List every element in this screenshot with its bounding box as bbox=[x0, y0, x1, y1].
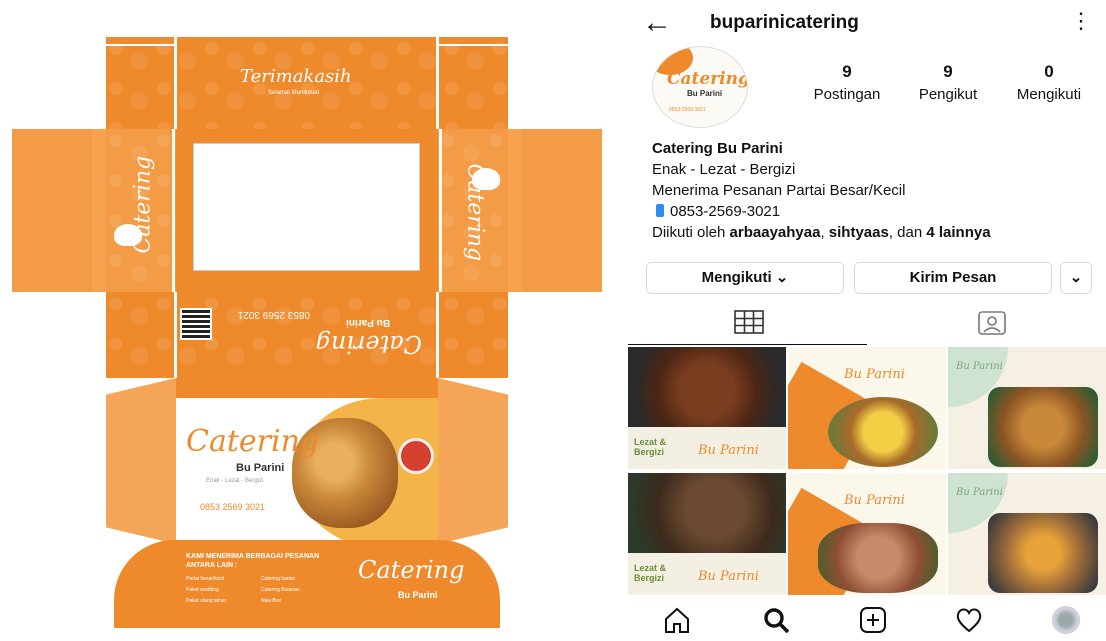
avatar-logo-word: Catering bbox=[667, 69, 748, 89]
heart-icon[interactable] bbox=[954, 606, 984, 634]
mobile-phone-icon bbox=[656, 204, 664, 217]
post-tile[interactable]: Bu Parini bbox=[788, 473, 946, 595]
stat-followers[interactable]: 9 Pengikut bbox=[908, 62, 988, 103]
followed-prefix: Diikuti oleh bbox=[652, 224, 730, 241]
kebab-menu-icon[interactable]: ⋮ bbox=[1070, 8, 1092, 34]
order-item: Partai besar/kecil bbox=[186, 576, 225, 582]
front-logo: Catering bbox=[186, 424, 320, 459]
post-tile[interactable]: Bu Parini bbox=[948, 473, 1106, 595]
tagged-person-icon bbox=[978, 311, 1006, 335]
post-caption: Lezat & Bergizi bbox=[634, 437, 667, 457]
order-heading: KAMI MENERIMA BERBAGAI PESANAN ANTARA LA… bbox=[186, 553, 320, 569]
sambal-cup bbox=[398, 438, 434, 474]
post-brand: Bu Parini bbox=[956, 361, 1003, 372]
right-chef-hat-icon bbox=[472, 168, 500, 190]
post-caption: Lezat & Bergizi bbox=[634, 563, 667, 583]
bottom-logo-name: Bu Parini bbox=[398, 590, 438, 600]
order-items: Partai besar/kecil Catering harian Paket… bbox=[186, 576, 336, 604]
thanks-subtitle: Selamat Menikmati bbox=[268, 90, 320, 96]
stat-label: Mengikuti bbox=[1016, 86, 1082, 103]
left-chef-hat-icon bbox=[114, 224, 142, 246]
bio-phone-row: 0853-2569-3021 bbox=[652, 201, 991, 222]
post-tile[interactable]: Lezat & Bergizi Bu Parini bbox=[628, 473, 786, 595]
order-item: Paket wedding bbox=[186, 587, 219, 593]
post-tile[interactable]: Lezat & Bergizi Bu Parini bbox=[628, 347, 786, 469]
tab-grid[interactable] bbox=[628, 306, 867, 345]
following-button[interactable]: Mengikuti ⌄ bbox=[646, 262, 844, 294]
qr-code-icon bbox=[180, 308, 212, 340]
bio-phone[interactable]: 0853-2569-3021 bbox=[670, 203, 780, 220]
profile-bio: Catering Bu Parini Enak - Lezat - Bergiz… bbox=[652, 138, 991, 243]
avatar[interactable]: Catering Bu Parini 0853-2569-3021 bbox=[652, 46, 748, 128]
back-logo-name: Bu Parini bbox=[346, 317, 390, 328]
order-item: Catering Bulanan bbox=[261, 587, 300, 593]
instagram-profile: ← buparinicatering ⋮ Catering Bu Parini … bbox=[628, 0, 1106, 641]
thanks-title: Terimakasih bbox=[240, 66, 352, 87]
search-icon[interactable] bbox=[762, 606, 792, 634]
stat-posts[interactable]: 9 Postingan bbox=[804, 62, 890, 103]
order-item: Paket ulang tahun bbox=[186, 598, 227, 604]
post-brand: Bu Parini bbox=[698, 569, 759, 584]
post-brand: Bu Parini bbox=[956, 487, 1003, 498]
post-tile[interactable]: Bu Parini bbox=[788, 347, 946, 469]
arrow-left-icon[interactable]: ← bbox=[642, 8, 672, 38]
followed-user[interactable]: sihtyaas bbox=[829, 224, 889, 241]
profile-avatar-icon[interactable] bbox=[1052, 606, 1080, 634]
suggestions-dropdown-button[interactable]: ⌄ bbox=[1060, 262, 1092, 294]
right-flap bbox=[522, 129, 602, 292]
bio-name: Catering Bu Parini bbox=[652, 140, 783, 157]
post-tile[interactable]: Bu Parini bbox=[948, 347, 1106, 469]
bio-line: Menerima Pesanan Partai Besar/Kecil bbox=[652, 182, 906, 199]
window-cutout bbox=[193, 143, 420, 271]
grid-icon bbox=[734, 310, 764, 334]
followed-by[interactable]: Diikuti oleh arbaayahyaa, sihtyaas, dan … bbox=[652, 222, 991, 243]
bio-line: Enak - Lezat - Bergizi bbox=[652, 161, 796, 178]
order-item: Nasi Box bbox=[261, 598, 282, 604]
back-panel-content: Catering Bu Parini 0853 2569 3021 bbox=[180, 296, 430, 366]
bottom-navigation bbox=[628, 598, 1106, 641]
front-phone: 0853 2569 3021 bbox=[200, 502, 266, 512]
stat-label: Postingan bbox=[813, 86, 881, 103]
home-icon[interactable] bbox=[662, 606, 692, 634]
post-brand: Bu Parini bbox=[844, 493, 905, 508]
left-flap bbox=[12, 129, 92, 292]
back-phone: 0853 2569 3021 bbox=[237, 309, 310, 320]
profile-username: buparinicatering bbox=[710, 12, 859, 33]
profile-tabs bbox=[628, 306, 1106, 346]
posts-grid: Lezat & Bergizi Bu Parini Bu Parini Bu P… bbox=[628, 347, 1106, 595]
stat-value: 9 bbox=[842, 62, 852, 81]
back-logo: Catering bbox=[315, 330, 423, 358]
post-brand: Bu Parini bbox=[698, 443, 759, 458]
post-brand: Bu Parini bbox=[844, 367, 905, 382]
send-message-button[interactable]: Kirim Pesan bbox=[854, 262, 1052, 294]
front-logo-name: Bu Parini bbox=[236, 462, 285, 474]
followed-mid: , dan bbox=[888, 224, 927, 241]
front-tagline: Enak - Lezat - Bergizi bbox=[206, 478, 264, 484]
avatar-logo-name: Bu Parini bbox=[687, 89, 723, 98]
front-panel: Catering Bu Parini Enak - Lezat - Bergiz… bbox=[176, 378, 438, 544]
followed-others[interactable]: 4 lainnya bbox=[926, 224, 990, 241]
followed-sep: , bbox=[820, 224, 829, 241]
bottom-logo: Catering bbox=[358, 556, 465, 584]
stat-value: 0 bbox=[1044, 62, 1054, 81]
stat-label: Pengikut bbox=[918, 86, 978, 103]
tab-tagged[interactable] bbox=[867, 306, 1106, 344]
box-dieline: Terimakasih Selamat Menikmati Catering C… bbox=[0, 0, 620, 641]
followed-user[interactable]: arbaayahyaa bbox=[730, 224, 821, 241]
add-post-icon[interactable] bbox=[858, 606, 888, 634]
stat-following[interactable]: 0 Mengikuti bbox=[1004, 62, 1094, 103]
avatar-phone: 0853-2569-3021 bbox=[669, 107, 706, 113]
stat-value: 9 bbox=[943, 62, 953, 81]
profile-header: ← buparinicatering ⋮ bbox=[628, 0, 1106, 46]
order-item: Catering harian bbox=[261, 576, 296, 582]
